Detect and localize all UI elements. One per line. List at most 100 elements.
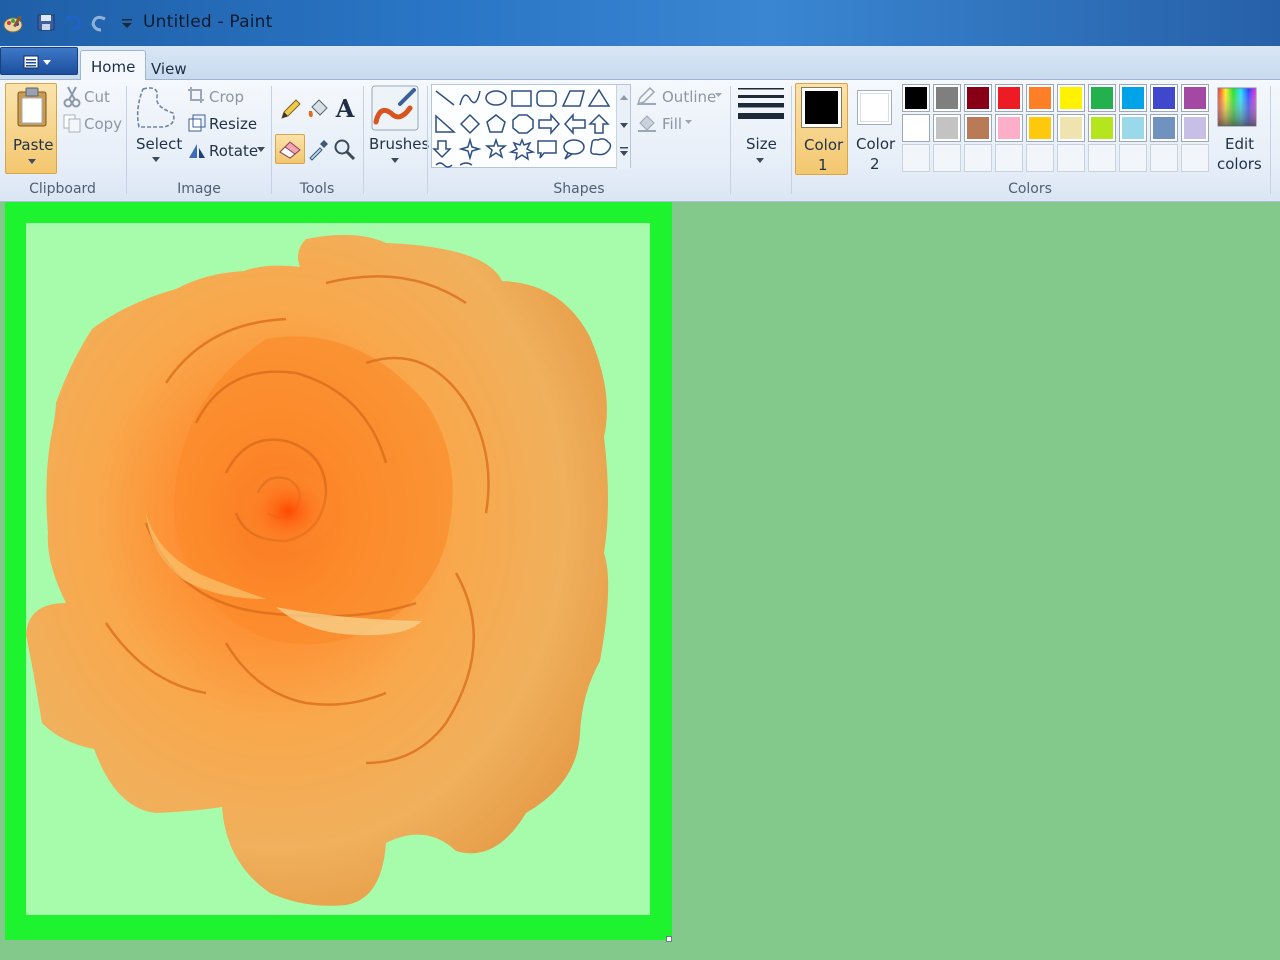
colors-group-label: Colors [1008, 181, 1052, 197]
palette-empty-swatch[interactable] [902, 144, 930, 172]
shapes-group-label: Shapes [553, 181, 605, 197]
palette-empty-swatch[interactable] [995, 144, 1023, 172]
palette-swatch[interactable] [902, 84, 930, 112]
canvas-resize-handle[interactable] [666, 936, 672, 942]
size-dropdown-icon[interactable] [756, 158, 764, 164]
size-button[interactable]: Size [746, 135, 777, 153]
edit-colors-label-line1[interactable]: Edit [1225, 135, 1254, 153]
palette-swatch[interactable] [1026, 84, 1054, 112]
shapes-scrollbar[interactable] [616, 85, 630, 169]
rotate-dropdown-icon[interactable] [257, 147, 265, 153]
rotate-button[interactable]: Rotate [209, 142, 258, 160]
copy-button[interactable]: Copy [84, 115, 122, 133]
palette-swatch[interactable] [1119, 84, 1147, 112]
paint-menu-button[interactable] [0, 47, 78, 75]
fill-dropdown-icon[interactable] [685, 120, 692, 125]
magnifier-icon[interactable] [333, 138, 357, 162]
outline-button[interactable]: Outline [662, 88, 716, 106]
select-icon[interactable] [133, 85, 179, 131]
fill-with-color-icon[interactable] [306, 97, 330, 121]
paste-icon [17, 87, 47, 127]
paint-menu-icon [23, 55, 51, 69]
select-dropdown-icon[interactable] [152, 157, 160, 163]
drawing-canvas[interactable] [26, 223, 650, 915]
text-tool-icon[interactable]: A [333, 96, 357, 122]
color1-swatch-fill [805, 91, 838, 124]
palette-swatch-color [1060, 87, 1082, 109]
fill-button[interactable]: Fill [662, 115, 682, 133]
pencil-icon[interactable] [279, 97, 303, 121]
palette-swatch[interactable] [933, 114, 961, 142]
fill-icon[interactable] [636, 113, 658, 133]
palette-swatch[interactable] [902, 114, 930, 142]
edit-colors-label-line2[interactable]: colors [1217, 155, 1262, 173]
shapes-scroll-up-icon[interactable] [620, 95, 628, 101]
palette-swatch-color [1122, 87, 1144, 109]
crop-button[interactable]: Crop [209, 88, 244, 106]
size-icon[interactable] [737, 86, 785, 126]
resize-button[interactable]: Resize [209, 115, 257, 133]
palette-empty-swatch[interactable] [933, 144, 961, 172]
color2-label: Color [856, 135, 896, 153]
brushes-dropdown-icon[interactable] [391, 158, 399, 164]
palette-swatch[interactable] [964, 84, 992, 112]
palette-swatch[interactable] [1119, 114, 1147, 142]
title-bar: Untitled - Paint [0, 0, 1280, 46]
palette-empty-swatch[interactable] [964, 144, 992, 172]
palette-swatch-color [936, 117, 958, 139]
window-title: Untitled - Paint [143, 12, 273, 32]
color2-number: 2 [870, 155, 880, 173]
edit-colors-icon[interactable] [1216, 86, 1258, 128]
shapes-expand-icon[interactable] [620, 147, 628, 157]
cut-icon[interactable] [63, 86, 81, 108]
color2-button[interactable]: Color 2 [852, 86, 905, 176]
color-picker-icon[interactable] [306, 138, 330, 162]
rotate-icon[interactable] [187, 140, 207, 160]
palette-swatch[interactable] [964, 114, 992, 142]
palette-swatch[interactable] [1088, 114, 1116, 142]
palette-swatch[interactable] [1088, 84, 1116, 112]
palette-swatch-color [905, 117, 927, 139]
resize-icon[interactable] [187, 113, 207, 133]
palette-swatch-color [1029, 117, 1051, 139]
palette-swatch[interactable] [1150, 114, 1178, 142]
brushes-button[interactable]: Brushes [369, 135, 429, 153]
paste-button[interactable]: Paste [5, 83, 57, 174]
color1-swatch [801, 87, 842, 128]
shapes-gallery[interactable] [431, 84, 631, 169]
palette-empty-swatch[interactable] [1026, 144, 1054, 172]
palette-swatch[interactable] [1181, 84, 1209, 112]
palette-swatch-color [1122, 117, 1144, 139]
palette-swatch[interactable] [995, 114, 1023, 142]
palette-empty-swatch[interactable] [1088, 144, 1116, 172]
redo-icon[interactable] [89, 10, 111, 34]
outline-icon[interactable] [636, 86, 658, 106]
save-icon[interactable] [35, 10, 57, 34]
copy-icon[interactable] [62, 113, 82, 133]
palette-swatch[interactable] [1057, 114, 1085, 142]
shapes-scroll-down-icon[interactable] [620, 123, 628, 129]
color1-button[interactable]: Color 1 [795, 83, 848, 175]
palette-swatch[interactable] [1150, 84, 1178, 112]
palette-swatch[interactable] [1026, 114, 1054, 142]
paint-app-icon[interactable] [2, 12, 24, 36]
palette-swatch[interactable] [1181, 114, 1209, 142]
eraser-button[interactable] [275, 134, 305, 164]
shapes-gallery-icons [432, 88, 612, 168]
palette-empty-swatch[interactable] [1150, 144, 1178, 172]
palette-empty-swatch[interactable] [1119, 144, 1147, 172]
customize-quick-access-icon[interactable] [116, 10, 138, 34]
palette-swatch[interactable] [1057, 84, 1085, 112]
palette-empty-swatch[interactable] [1181, 144, 1209, 172]
palette-swatch[interactable] [933, 84, 961, 112]
cut-button[interactable]: Cut [84, 88, 110, 106]
palette-swatch[interactable] [995, 84, 1023, 112]
select-button[interactable]: Select [136, 135, 182, 153]
tab-home[interactable]: Home [80, 50, 147, 81]
rose-image [26, 234, 609, 906]
undo-icon[interactable] [62, 10, 84, 34]
palette-empty-swatch[interactable] [1057, 144, 1085, 172]
crop-icon[interactable] [187, 86, 205, 104]
outline-dropdown-icon[interactable] [715, 93, 722, 98]
brushes-icon[interactable] [370, 84, 420, 132]
